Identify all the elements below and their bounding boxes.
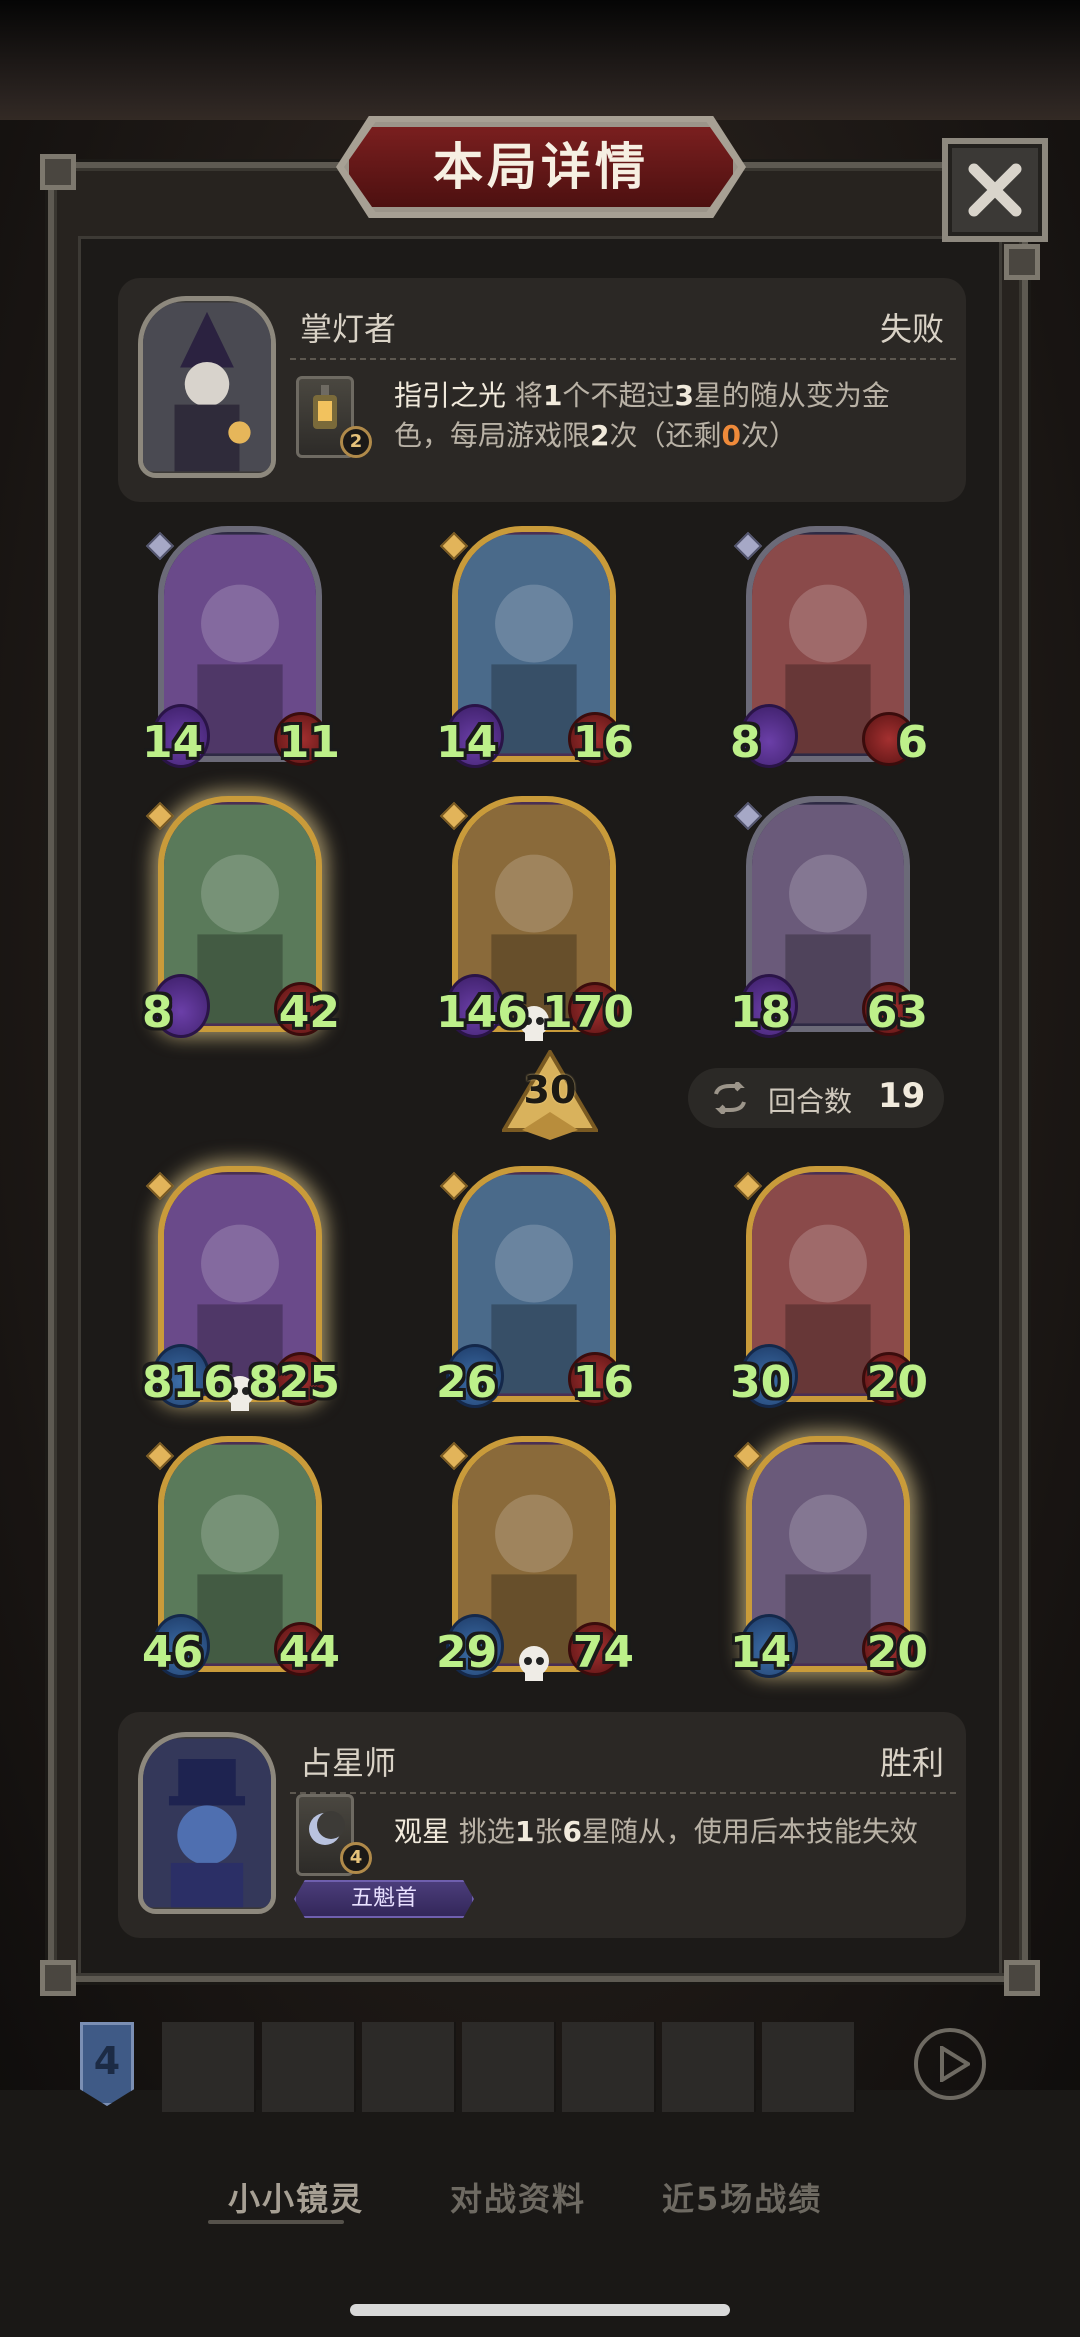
player-portrait[interactable] [462, 2022, 556, 2112]
health-value: 20 [866, 1627, 928, 1678]
hero-name: 占星师 [300, 1744, 397, 1782]
opponent-hero-card: 掌灯者 失败 2 指引之光 将1个不超过3星的随从变为金色，每局游戏限2次（还剩… [118, 278, 966, 502]
rounds-value: 19 [878, 1076, 926, 1116]
panel-corner [40, 1960, 76, 1996]
player-portrait[interactable] [362, 2022, 456, 2112]
attack-value: 30 [730, 1357, 792, 1408]
minion-card[interactable]: 46 44 [142, 1436, 340, 1684]
skill-remaining-count: 0 [721, 419, 741, 452]
skill-text-number: 2 [590, 419, 610, 452]
match-players-bar: 4 [80, 2022, 1000, 2118]
health-value: 74 [572, 1627, 634, 1678]
divider [290, 358, 956, 360]
panel-corner [40, 154, 76, 190]
tab-mirror-spirit[interactable]: 小小镜灵 [228, 2174, 364, 2220]
player-title-tag: 五魁首 [294, 1880, 474, 1918]
skill-description: 指引之光 将1个不超过3星的随从变为金色，每局游戏限2次（还剩0次） [394, 376, 934, 456]
panel-corner [1004, 244, 1040, 280]
hero-name: 掌灯者 [300, 310, 397, 348]
bottom-tabs: 小小镜灵 对战资料 近5场战绩 [0, 2162, 1080, 2224]
attack-value: 29 [436, 1627, 498, 1678]
rounds-label: 回合数 [768, 1085, 853, 1118]
skill-text-number: 6 [562, 1815, 582, 1848]
health-value: 6 [897, 717, 928, 768]
skill-text-part: 次（还剩 [609, 419, 722, 452]
health-value: 44 [278, 1627, 340, 1678]
health-value: 170 [542, 987, 634, 1038]
attack-value: 8 [142, 987, 173, 1038]
player-portrait[interactable] [162, 2022, 256, 2112]
rank-badge: 4 [80, 2022, 134, 2106]
active-tab-underline [208, 2220, 344, 2224]
damage-value: 30 [523, 1068, 577, 1112]
skill-text-part: 星随从，使用后本技能失效 [581, 1815, 918, 1848]
result-label: 胜利 [879, 1744, 944, 1782]
minion-card[interactable]: 14 20 [730, 1436, 928, 1684]
home-indicator[interactable] [350, 2304, 730, 2316]
health-value: 16 [572, 717, 634, 768]
health-value: 11 [278, 717, 340, 768]
minion-card[interactable]: 29 74 [436, 1436, 634, 1684]
health-value: 63 [866, 987, 928, 1038]
skull-icon [519, 1646, 549, 1681]
minion-card[interactable]: 30 20 [730, 1166, 928, 1414]
skill-text-part: 次） [741, 419, 798, 452]
result-label: 失败 [879, 310, 944, 348]
attack-value: 14 [142, 717, 204, 768]
player-hero-card: 占星师 胜利 4 观星 挑选1张6星随从，使用后本技能失效 五魁首 [118, 1712, 966, 1938]
attack-value: 14 [730, 1627, 792, 1678]
attack-value: 146 [436, 987, 528, 1038]
close-icon [968, 163, 1022, 217]
player-portrait[interactable] [662, 2022, 756, 2112]
skill-name: 指引之光 [394, 379, 507, 412]
minion-card[interactable]: 18 63 [730, 796, 928, 1044]
swap-rounds-icon [714, 1082, 746, 1114]
skill-text-number: 1 [542, 379, 563, 412]
health-value: 20 [866, 1357, 928, 1408]
divider [290, 1792, 956, 1794]
attack-value: 816 [142, 1357, 234, 1408]
attack-value: 26 [436, 1357, 498, 1408]
minion-card[interactable]: 146 170 [436, 796, 634, 1044]
page-title: 本局详情 [433, 138, 649, 196]
attack-value: 14 [436, 717, 498, 768]
health-value: 825 [248, 1357, 340, 1408]
minion-card[interactable]: 86 [730, 526, 928, 774]
player-portrait[interactable] [762, 2022, 856, 2112]
hero-art [143, 302, 271, 472]
skill-count-badge: 4 [340, 1842, 372, 1874]
tab-battle-info[interactable]: 对战资料 [450, 2174, 586, 2220]
play-icon [940, 2046, 970, 2082]
skill-text-part: 个不超过 [562, 379, 675, 412]
skill-text-number: 1 [514, 1815, 535, 1848]
minion-card[interactable]: 816 825 [142, 1166, 340, 1414]
hero-art [143, 1738, 271, 1908]
attack-value: 46 [142, 1627, 204, 1678]
skill-count-badge: 2 [340, 426, 372, 458]
attack-value: 8 [730, 717, 761, 768]
skill-description: 观星 挑选1张6星随从，使用后本技能失效 [394, 1812, 934, 1852]
hero-portrait-astrologer[interactable] [138, 1732, 276, 1914]
skill-name: 观星 [394, 1815, 451, 1848]
replay-button[interactable] [914, 2028, 986, 2100]
minion-card[interactable]: 14 11 [142, 526, 340, 774]
minion-card[interactable]: 14 16 [436, 526, 634, 774]
player-portrait[interactable] [262, 2022, 356, 2112]
health-value: 42 [278, 987, 340, 1038]
player-portrait[interactable] [562, 2022, 656, 2112]
attack-value: 18 [730, 987, 792, 1038]
rounds-pill: 回合数 19 [688, 1068, 944, 1128]
skill-text-part: 张 [534, 1815, 563, 1848]
minion-card[interactable]: 26 16 [436, 1166, 634, 1414]
minion-card[interactable]: 8 42 [142, 796, 340, 1044]
hero-portrait-lamplighter[interactable] [138, 296, 276, 478]
skill-text-number: 3 [674, 379, 694, 412]
close-button[interactable] [942, 138, 1048, 242]
skill-text-part: 挑选 [458, 1815, 515, 1848]
tab-recent-five[interactable]: 近5场战绩 [662, 2174, 822, 2220]
panel-corner [1004, 1960, 1040, 1996]
health-value: 16 [572, 1357, 634, 1408]
skill-text-part: 将 [514, 379, 543, 412]
